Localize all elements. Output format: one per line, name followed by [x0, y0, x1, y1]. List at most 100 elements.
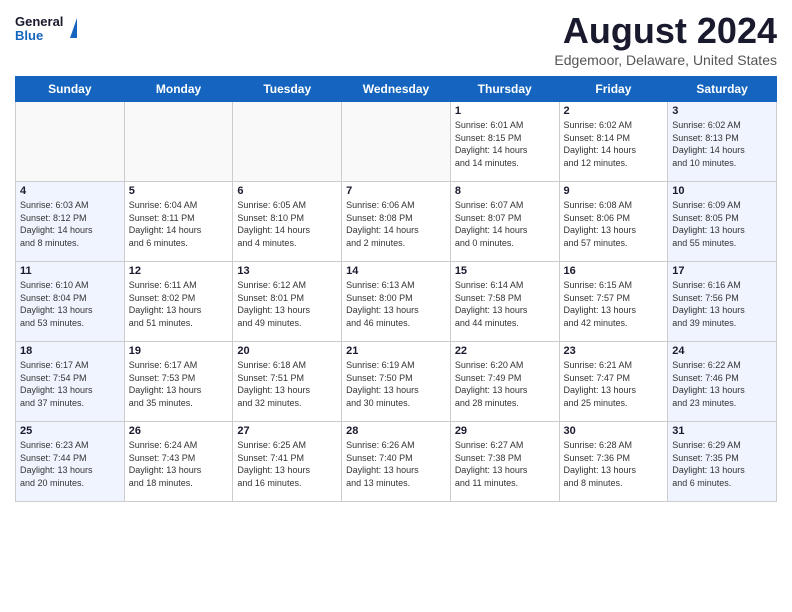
- day-number: 13: [237, 265, 337, 277]
- calendar-cell: 23 Sunrise: 6:21 AM Sunset: 7:47 PM Dayli…: [559, 342, 668, 422]
- day-info: Sunrise: 6:25 AM Sunset: 7:41 PM Dayligh…: [237, 439, 337, 489]
- calendar-cell: 10 Sunrise: 6:09 AM Sunset: 8:05 PM Dayli…: [668, 182, 777, 262]
- logo: General Blue: [15, 10, 65, 50]
- day-info: Sunrise: 6:06 AM Sunset: 8:08 PM Dayligh…: [346, 199, 446, 249]
- calendar-cell: 30 Sunrise: 6:28 AM Sunset: 7:36 PM Dayli…: [559, 422, 668, 502]
- day-number: 31: [672, 425, 772, 437]
- day-number: 7: [346, 185, 446, 197]
- day-info: Sunrise: 6:24 AM Sunset: 7:43 PM Dayligh…: [129, 439, 229, 489]
- calendar-cell: 5Sunrise: 6:04 AM Sunset: 8:11 PM Daylig…: [124, 182, 233, 262]
- day-info: Sunrise: 6:20 AM Sunset: 7:49 PM Dayligh…: [455, 359, 555, 409]
- calendar-cell: 21 Sunrise: 6:19 AM Sunset: 7:50 PM Dayli…: [342, 342, 451, 422]
- calendar-cell: [342, 102, 451, 182]
- day-number: 16: [564, 265, 664, 277]
- day-number: 19: [129, 345, 229, 357]
- day-info: Sunrise: 6:01 AM Sunset: 8:15 PM Dayligh…: [455, 119, 555, 169]
- day-number: 22: [455, 345, 555, 357]
- day-info: Sunrise: 6:16 AM Sunset: 7:56 PM Dayligh…: [672, 279, 772, 329]
- day-number: 18: [20, 345, 120, 357]
- day-info: Sunrise: 6:08 AM Sunset: 8:06 PM Dayligh…: [564, 199, 664, 249]
- logo-arrow-icon: [70, 18, 77, 38]
- day-number: 21: [346, 345, 446, 357]
- day-info: Sunrise: 6:05 AM Sunset: 8:10 PM Dayligh…: [237, 199, 337, 249]
- calendar-week-0: 1 Sunrise: 6:01 AM Sunset: 8:15 PM Daylig…: [16, 102, 777, 182]
- page: General Blue August 2024 Edgemoor, Delaw…: [0, 0, 792, 612]
- day-info: Sunrise: 6:23 AM Sunset: 7:44 PM Dayligh…: [20, 439, 120, 489]
- calendar-cell: 12 Sunrise: 6:11 AM Sunset: 8:02 PM Dayli…: [124, 262, 233, 342]
- day-info: Sunrise: 6:09 AM Sunset: 8:05 PM Dayligh…: [672, 199, 772, 249]
- calendar-cell: 3 Sunrise: 6:02 AM Sunset: 8:13 PM Daylig…: [668, 102, 777, 182]
- day-number: 1: [455, 105, 555, 117]
- day-number: 10: [672, 185, 772, 197]
- day-number: 23: [564, 345, 664, 357]
- calendar-cell: 20Sunrise: 6:18 AM Sunset: 7:51 PM Dayli…: [233, 342, 342, 422]
- day-info: Sunrise: 6:12 AM Sunset: 8:01 PM Dayligh…: [237, 279, 337, 329]
- calendar-week-1: 4 Sunrise: 6:03 AM Sunset: 8:12 PM Daylig…: [16, 182, 777, 262]
- day-info: Sunrise: 6:22 AM Sunset: 7:46 PM Dayligh…: [672, 359, 772, 409]
- day-number: 4: [20, 185, 120, 197]
- day-number: 26: [129, 425, 229, 437]
- day-number: 9: [564, 185, 664, 197]
- month-title: August 2024: [554, 10, 777, 52]
- calendar-cell: [16, 102, 125, 182]
- day-info: Sunrise: 6:11 AM Sunset: 8:02 PM Dayligh…: [129, 279, 229, 329]
- day-info: Sunrise: 6:28 AM Sunset: 7:36 PM Dayligh…: [564, 439, 664, 489]
- calendar-week-2: 11 Sunrise: 6:10 AM Sunset: 8:04 PM Dayli…: [16, 262, 777, 342]
- location: Edgemoor, Delaware, United States: [554, 52, 777, 68]
- day-number: 30: [564, 425, 664, 437]
- col-friday: Friday: [559, 77, 668, 102]
- day-info: Sunrise: 6:02 AM Sunset: 8:14 PM Dayligh…: [564, 119, 664, 169]
- day-info: Sunrise: 6:17 AM Sunset: 7:53 PM Dayligh…: [129, 359, 229, 409]
- day-info: Sunrise: 6:04 AM Sunset: 8:11 PM Dayligh…: [129, 199, 229, 249]
- col-wednesday: Wednesday: [342, 77, 451, 102]
- calendar-cell: 17 Sunrise: 6:16 AM Sunset: 7:56 PM Dayli…: [668, 262, 777, 342]
- calendar-cell: 16Sunrise: 6:15 AM Sunset: 7:57 PM Dayli…: [559, 262, 668, 342]
- day-number: 15: [455, 265, 555, 277]
- calendar-cell: [233, 102, 342, 182]
- day-info: Sunrise: 6:27 AM Sunset: 7:38 PM Dayligh…: [455, 439, 555, 489]
- day-number: 20: [237, 345, 337, 357]
- calendar-cell: 8 Sunrise: 6:07 AM Sunset: 8:07 PM Daylig…: [450, 182, 559, 262]
- day-info: Sunrise: 6:02 AM Sunset: 8:13 PM Dayligh…: [672, 119, 772, 169]
- day-info: Sunrise: 6:17 AM Sunset: 7:54 PM Dayligh…: [20, 359, 120, 409]
- calendar-cell: 7 Sunrise: 6:06 AM Sunset: 8:08 PM Daylig…: [342, 182, 451, 262]
- calendar-cell: 18 Sunrise: 6:17 AM Sunset: 7:54 PM Dayli…: [16, 342, 125, 422]
- day-info: Sunrise: 6:21 AM Sunset: 7:47 PM Dayligh…: [564, 359, 664, 409]
- calendar-cell: 29 Sunrise: 6:27 AM Sunset: 7:38 PM Dayli…: [450, 422, 559, 502]
- calendar-table: Sunday Monday Tuesday Wednesday Thursday…: [15, 76, 777, 502]
- day-number: 27: [237, 425, 337, 437]
- day-number: 11: [20, 265, 120, 277]
- calendar-cell: 26 Sunrise: 6:24 AM Sunset: 7:43 PM Dayli…: [124, 422, 233, 502]
- header-row: Sunday Monday Tuesday Wednesday Thursday…: [16, 77, 777, 102]
- day-number: 3: [672, 105, 772, 117]
- calendar-week-3: 18 Sunrise: 6:17 AM Sunset: 7:54 PM Dayli…: [16, 342, 777, 422]
- calendar-cell: 14Sunrise: 6:13 AM Sunset: 8:00 PM Dayli…: [342, 262, 451, 342]
- calendar-cell: 1 Sunrise: 6:01 AM Sunset: 8:15 PM Daylig…: [450, 102, 559, 182]
- col-sunday: Sunday: [16, 77, 125, 102]
- day-info: Sunrise: 6:29 AM Sunset: 7:35 PM Dayligh…: [672, 439, 772, 489]
- calendar-cell: 11 Sunrise: 6:10 AM Sunset: 8:04 PM Dayli…: [16, 262, 125, 342]
- calendar-cell: 6Sunrise: 6:05 AM Sunset: 8:10 PM Daylig…: [233, 182, 342, 262]
- day-info: Sunrise: 6:14 AM Sunset: 7:58 PM Dayligh…: [455, 279, 555, 329]
- day-number: 12: [129, 265, 229, 277]
- calendar-cell: [124, 102, 233, 182]
- calendar-cell: 22 Sunrise: 6:20 AM Sunset: 7:49 PM Dayli…: [450, 342, 559, 422]
- day-info: Sunrise: 6:10 AM Sunset: 8:04 PM Dayligh…: [20, 279, 120, 329]
- col-tuesday: Tuesday: [233, 77, 342, 102]
- day-info: Sunrise: 6:03 AM Sunset: 8:12 PM Dayligh…: [20, 199, 120, 249]
- calendar-cell: 28Sunrise: 6:26 AM Sunset: 7:40 PM Dayli…: [342, 422, 451, 502]
- header: General Blue August 2024 Edgemoor, Delaw…: [15, 10, 777, 68]
- title-area: August 2024 Edgemoor, Delaware, United S…: [554, 10, 777, 68]
- day-info: Sunrise: 6:07 AM Sunset: 8:07 PM Dayligh…: [455, 199, 555, 249]
- logo-general: General: [15, 14, 63, 29]
- calendar-cell: 9 Sunrise: 6:08 AM Sunset: 8:06 PM Daylig…: [559, 182, 668, 262]
- day-number: 29: [455, 425, 555, 437]
- day-number: 17: [672, 265, 772, 277]
- calendar-cell: 19 Sunrise: 6:17 AM Sunset: 7:53 PM Dayli…: [124, 342, 233, 422]
- day-number: 8: [455, 185, 555, 197]
- col-saturday: Saturday: [668, 77, 777, 102]
- calendar-cell: 13 Sunrise: 6:12 AM Sunset: 8:01 PM Dayli…: [233, 262, 342, 342]
- day-info: Sunrise: 6:19 AM Sunset: 7:50 PM Dayligh…: [346, 359, 446, 409]
- day-number: 25: [20, 425, 120, 437]
- day-number: 14: [346, 265, 446, 277]
